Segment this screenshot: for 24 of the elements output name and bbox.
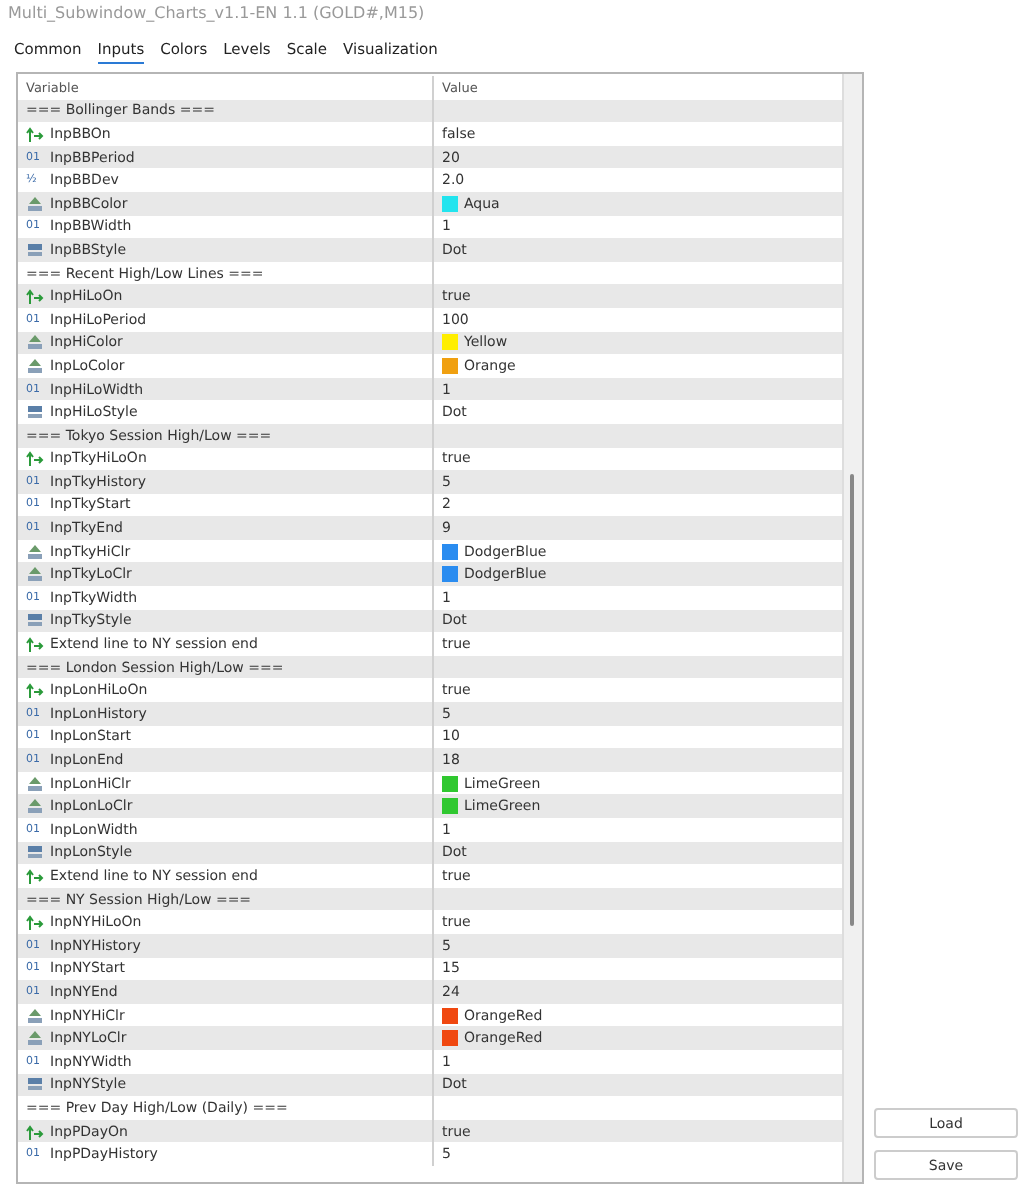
arrow-icon	[26, 1123, 44, 1140]
arrow-icon	[26, 288, 44, 305]
palette-icon	[26, 1007, 44, 1024]
palette-icon	[26, 1030, 44, 1047]
palette-icon	[26, 798, 44, 815]
line-style-icon	[26, 241, 44, 258]
line-style-icon	[26, 844, 44, 861]
arrow-icon	[26, 636, 44, 653]
scrollbar-thumb[interactable]	[850, 474, 854, 926]
palette-icon	[26, 566, 44, 583]
arrow-icon	[26, 682, 44, 699]
window-title: Multi_Subwindow_Charts_v1.1-EN 1.1 (GOLD#,M15)	[6, 2, 427, 26]
palette-icon	[26, 357, 44, 374]
palette-icon	[26, 543, 44, 560]
palette-icon	[26, 334, 44, 351]
arrow-icon	[26, 450, 44, 467]
line-style-icon	[26, 1076, 44, 1093]
line-style-icon	[26, 612, 44, 629]
arrow-icon	[26, 914, 44, 931]
palette-icon	[26, 195, 44, 212]
arrow-icon	[26, 867, 44, 884]
arrow-icon	[26, 125, 44, 142]
palette-icon	[26, 775, 44, 792]
line-style-icon	[26, 404, 44, 421]
